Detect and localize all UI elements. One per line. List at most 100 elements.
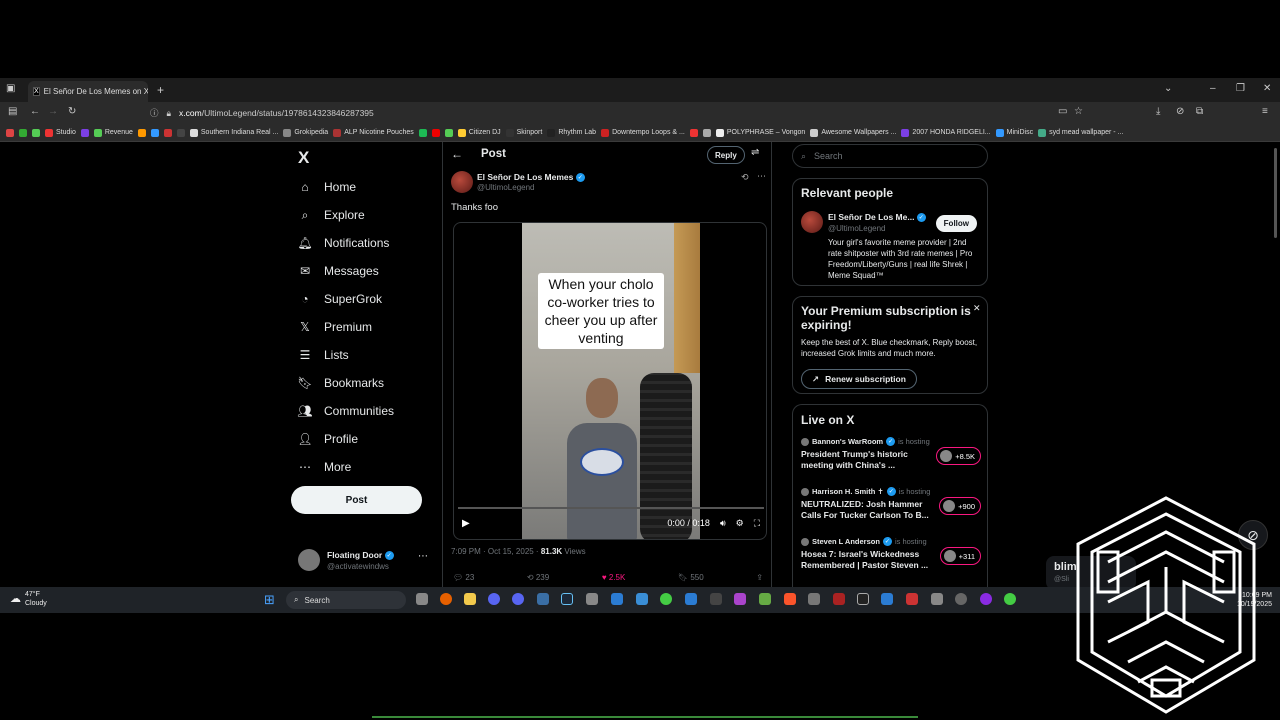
tab-list-icon[interactable]: ⌄ bbox=[1164, 83, 1172, 94]
app17-icon[interactable] bbox=[1004, 593, 1016, 605]
app-icon[interactable] bbox=[488, 593, 500, 605]
bookmark-syd-mead[interactable]: syd mead wallpaper - ... bbox=[1038, 128, 1123, 137]
grok-explain-icon[interactable]: ⟲ bbox=[741, 172, 749, 183]
back-arrow-icon[interactable]: ← bbox=[451, 147, 463, 161]
fullscreen-icon[interactable]: ⛶ bbox=[754, 518, 760, 529]
bookmark-rhythm-lab[interactable]: Rhythm Lab bbox=[547, 128, 596, 137]
downloads-icon[interactable]: ⤓ bbox=[1156, 106, 1160, 117]
app7-icon[interactable] bbox=[710, 593, 722, 605]
app8-icon[interactable] bbox=[734, 593, 746, 605]
bookmark-grokipedia[interactable]: Grokipedia bbox=[283, 128, 328, 137]
reload-icon[interactable]: ↻ bbox=[68, 106, 76, 117]
settings-gear-icon[interactable]: ⚙ bbox=[736, 518, 744, 529]
person-name[interactable]: El Señor De Los Me... bbox=[828, 212, 914, 222]
steam-icon[interactable] bbox=[561, 593, 573, 605]
like-action[interactable]: ♥ 2.5K bbox=[602, 573, 625, 582]
author-avatar[interactable] bbox=[451, 171, 473, 193]
live-item[interactable]: Steven L Anderson ✓ is hosting Hosea 7: Is… bbox=[801, 537, 981, 571]
app10-icon[interactable] bbox=[808, 593, 820, 605]
url-field[interactable]: ⓘ 🔒︎ x.com/UltimoLegend/status/197861432… bbox=[150, 105, 1050, 121]
app15-icon[interactable] bbox=[955, 593, 967, 605]
bookmark-studio[interactable]: Studio bbox=[45, 128, 76, 137]
bookmark-kick[interactable] bbox=[32, 128, 40, 137]
bookmark-misc3[interactable] bbox=[163, 128, 172, 137]
bookmark-southern-indiana[interactable]: Southern Indiana Real ... bbox=[189, 128, 278, 137]
bookmark-minidisc[interactable]: MiniDisc bbox=[995, 128, 1033, 137]
back-icon[interactable]: ← bbox=[30, 106, 40, 117]
video-player[interactable]: When your cholo co-worker tries to cheer… bbox=[453, 222, 767, 540]
bookmark-youtube[interactable] bbox=[431, 128, 440, 137]
live-item[interactable]: Harrison H. Smith ✝ ✓ is hosting NEUTRALIZ… bbox=[801, 487, 981, 521]
account-more-icon[interactable]: ⋯ bbox=[418, 551, 428, 562]
discord-icon[interactable] bbox=[512, 593, 524, 605]
person-avatar[interactable] bbox=[801, 211, 823, 233]
site-info-icon[interactable]: ⓘ bbox=[150, 107, 159, 119]
filter-icon[interactable]: ⇌ bbox=[751, 147, 759, 158]
x-app-icon[interactable] bbox=[857, 593, 869, 605]
post-button[interactable]: Post bbox=[291, 486, 422, 514]
author-name[interactable]: El Señor De Los Memes bbox=[477, 172, 573, 182]
share-icon[interactable]: ⇪ bbox=[756, 573, 763, 582]
nav-notifications[interactable]: 🔔︎ Notifications bbox=[297, 236, 389, 250]
nav-bookmarks[interactable]: 🔖︎ Bookmarks bbox=[297, 376, 384, 390]
app3-icon[interactable] bbox=[586, 593, 598, 605]
bookmark-star-icon[interactable]: ☆ bbox=[1074, 106, 1083, 117]
author-handle[interactable]: @UltimoLegend bbox=[477, 183, 534, 192]
maximize-icon[interactable]: ❐ bbox=[1236, 83, 1245, 94]
renew-subscription-button[interactable]: ↗ Renew subscription bbox=[801, 369, 917, 389]
live-listener-count[interactable]: +900 bbox=[939, 497, 981, 515]
nav-explore[interactable]: ⌕ Explore bbox=[298, 208, 365, 223]
play-icon[interactable]: ▶ bbox=[462, 518, 470, 529]
bookmark-twitch[interactable] bbox=[80, 128, 89, 137]
new-tab-icon[interactable]: + bbox=[157, 83, 164, 97]
nav-premium[interactable]: 𝕏 Premium bbox=[298, 320, 372, 334]
weather-widget[interactable]: ☁ 47°F Cloudy bbox=[10, 590, 47, 608]
app6-icon[interactable] bbox=[685, 593, 697, 605]
bookmark-misc4[interactable] bbox=[702, 128, 711, 137]
bookmark-polyphrase[interactable]: POLYPHRASE – Vongon bbox=[715, 128, 805, 137]
extensions-puzzle-icon[interactable]: ⧉ bbox=[1196, 106, 1203, 117]
nav-home[interactable]: ⌂ Home bbox=[298, 180, 356, 194]
reply-action[interactable]: 💬︎ 23 bbox=[453, 573, 474, 582]
bookmark-misc2[interactable] bbox=[150, 128, 159, 137]
browser-tab[interactable]: X El Señor De Los Memes on X: "Thanks fo… bbox=[28, 81, 148, 102]
bookmark-app[interactable] bbox=[19, 128, 27, 137]
bookmark-play[interactable] bbox=[444, 128, 453, 137]
account-switcher[interactable]: Floating Door ✓ @activatewindws ⋯ bbox=[298, 549, 438, 575]
app16-icon[interactable] bbox=[980, 593, 992, 605]
live-item[interactable]: Bannon's WarRoom ✓ is hosting President Tr… bbox=[801, 437, 981, 471]
taskbar-search[interactable]: ⌕ Search bbox=[286, 591, 406, 609]
bookmark-gmail[interactable] bbox=[6, 128, 14, 137]
nav-lists[interactable]: ☰ Lists bbox=[298, 348, 349, 362]
repost-action[interactable]: ⟲ 239 bbox=[527, 573, 549, 582]
live-listener-count[interactable]: +311 bbox=[939, 547, 981, 565]
x-logo[interactable]: X bbox=[298, 148, 309, 168]
search-input[interactable]: ⌕ Search bbox=[792, 144, 988, 168]
app9-icon[interactable] bbox=[759, 593, 771, 605]
app5-icon[interactable] bbox=[660, 593, 672, 605]
bookmark-citizen-dj[interactable]: Citizen DJ bbox=[457, 128, 501, 137]
brave-icon[interactable] bbox=[784, 593, 796, 605]
bookmark-alp[interactable]: ALP Nicotine Pouches bbox=[333, 128, 414, 137]
reply-button[interactable]: Reply bbox=[707, 146, 745, 164]
nav-profile[interactable]: 👤︎ Profile bbox=[297, 432, 358, 446]
file-explorer-icon[interactable] bbox=[464, 593, 476, 605]
bookmark-misc1[interactable] bbox=[137, 128, 146, 137]
minimize-icon[interactable]: – bbox=[1210, 83, 1216, 94]
bookmark-action[interactable]: 🔖︎ 550 bbox=[678, 573, 704, 582]
page-scrollbar[interactable] bbox=[1274, 148, 1277, 238]
volume-icon[interactable]: 🔊︎ bbox=[720, 518, 726, 529]
tab-actions-icon[interactable]: ▣ bbox=[6, 83, 15, 94]
nav-more[interactable]: ⋯ More bbox=[298, 460, 351, 474]
task-view-icon[interactable] bbox=[416, 593, 428, 605]
nav-supergrok[interactable]: ◔ SuperGrok bbox=[298, 292, 382, 306]
calculator-icon[interactable] bbox=[636, 593, 648, 605]
bookmark-honda[interactable]: 2007 HONDA RIDGELI... bbox=[901, 128, 991, 137]
bookmark-warning[interactable] bbox=[689, 128, 698, 137]
extension-icon[interactable]: ⊘ bbox=[1176, 106, 1184, 117]
forward-icon[interactable]: → bbox=[48, 106, 58, 117]
post-timestamp[interactable]: 7:09 PM · Oct 15, 2025 · bbox=[451, 547, 541, 556]
window-close-icon[interactable]: ✕ bbox=[1263, 83, 1271, 94]
bookmark-wallpapers[interactable]: Awesome Wallpapers ... bbox=[810, 128, 896, 137]
app12-icon[interactable] bbox=[881, 593, 893, 605]
